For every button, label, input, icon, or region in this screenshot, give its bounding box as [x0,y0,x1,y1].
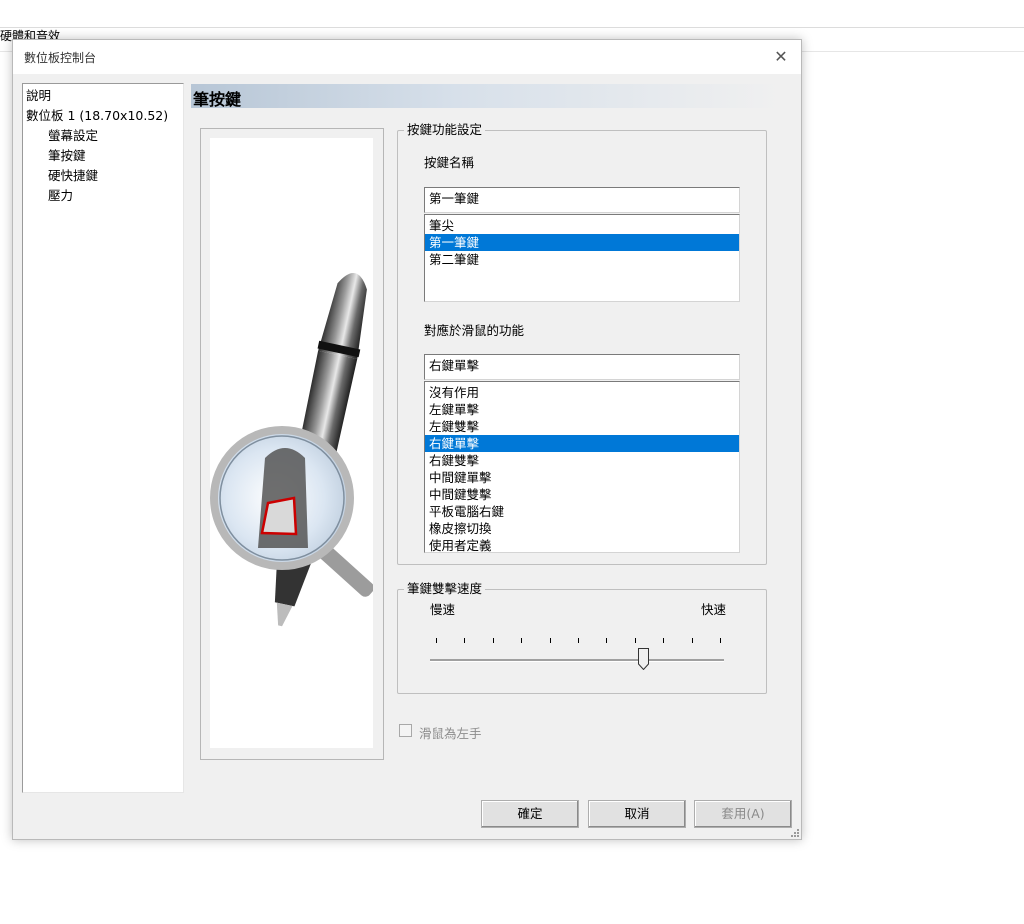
key-function-group: 按鍵功能設定 按鍵名稱 第一筆鍵 筆尖 第一筆鍵 第二筆鍵 對應於滑鼠的功能 右鍵單… [397,122,767,565]
double-click-speed-label: 筆鍵雙擊速度 [404,581,486,597]
tablet-control-dialog: 數位板控制台 ✕ 說明 數位板 1 (18.70x10.52) 螢幕設定 筆按鍵… [12,39,802,840]
nav-item-hotkeys[interactable]: 硬快捷鍵 [48,168,98,184]
slider-tick [606,638,608,643]
speed-slider-thumb[interactable] [638,648,650,671]
pen-image [210,273,374,627]
resize-grip-icon[interactable] [789,827,799,837]
list-item[interactable]: 沒有作用 [425,384,739,401]
mouse-function-listbox[interactable]: 沒有作用 左鍵單擊 左鍵雙擊 右鍵單擊 右鍵雙擊 中間鍵單擊 中間鍵雙擊 平板電腦右鍵 橡皮擦切… [424,381,740,553]
list-item[interactable]: 橡皮擦切換 [425,520,739,537]
slider-tick [720,638,721,643]
list-item[interactable]: 使用者定義 [425,537,739,552]
nav-item-tablet[interactable]: 數位板 1 (18.70x10.52) [26,108,168,124]
nav-item-help[interactable]: 說明 [26,88,51,104]
ok-button[interactable]: 確定 [481,800,579,828]
navigation-tree: 說明 數位板 1 (18.70x10.52) 螢幕設定 筆按鍵 硬快捷鍵 壓力 [22,83,184,793]
list-item[interactable]: 平板電腦右鍵 [425,503,739,520]
key-listbox[interactable]: 筆尖 第一筆鍵 第二筆鍵 [424,214,740,302]
slider-tick [634,638,636,643]
slider-tick [691,638,693,643]
list-item[interactable]: 左鍵雙擊 [425,418,739,435]
apply-button[interactable]: 套用(A) [694,800,792,828]
key-name-field[interactable]: 第一筆鍵 [424,187,740,213]
nav-item-pen-buttons[interactable]: 筆按鍵 [48,148,86,164]
close-icon: ✕ [774,47,788,66]
slider-tick [436,638,437,643]
cancel-button[interactable]: 取消 [588,800,686,828]
section-title: 筆按鍵 [193,90,242,109]
nav-item-screen-settings[interactable]: 螢幕設定 [48,128,98,144]
pen-illustration [210,138,374,748]
left-hand-checkbox[interactable] [399,724,412,737]
slider-tick [492,638,494,643]
list-item[interactable]: 右鍵單擊 [425,435,739,452]
dialog-title: 數位板控制台 [24,51,97,65]
list-item[interactable]: 第二筆鍵 [425,251,739,268]
background-divider [0,27,1024,28]
fast-label: 快速 [701,602,727,617]
slider-tick [549,638,551,643]
slider-tick [578,638,579,643]
list-item[interactable]: 中間鍵雙擊 [425,486,739,503]
slider-tick [464,638,466,643]
nav-item-pressure[interactable]: 壓力 [48,188,73,204]
double-click-speed-group: 筆鍵雙擊速度 慢速 快速 [397,581,767,694]
slow-label: 慢速 [430,602,456,617]
list-item[interactable]: 筆尖 [425,217,739,234]
key-function-group-label: 按鍵功能設定 [404,122,486,138]
list-item[interactable]: 左鍵單擊 [425,401,739,418]
mouse-function-field[interactable]: 右鍵單擊 [424,354,740,380]
dialog-titlebar: 數位板控制台 ✕ [13,40,801,74]
key-name-label: 按鍵名稱 [424,155,475,170]
section-header: 筆按鍵 [191,84,781,109]
list-item[interactable]: 中間鍵單擊 [425,469,739,486]
speed-slider-track[interactable] [430,659,724,662]
slider-tick [663,638,665,643]
mouse-function-label: 對應於滑鼠的功能 [424,323,525,338]
list-item[interactable]: 第一筆鍵 [425,234,739,251]
pen-illustration-frame [200,128,384,760]
slider-tick [521,638,523,643]
left-hand-checkbox-label: 滑鼠為左手 [419,726,482,741]
list-item[interactable]: 右鍵雙擊 [425,452,739,469]
close-button[interactable]: ✕ [769,46,793,68]
